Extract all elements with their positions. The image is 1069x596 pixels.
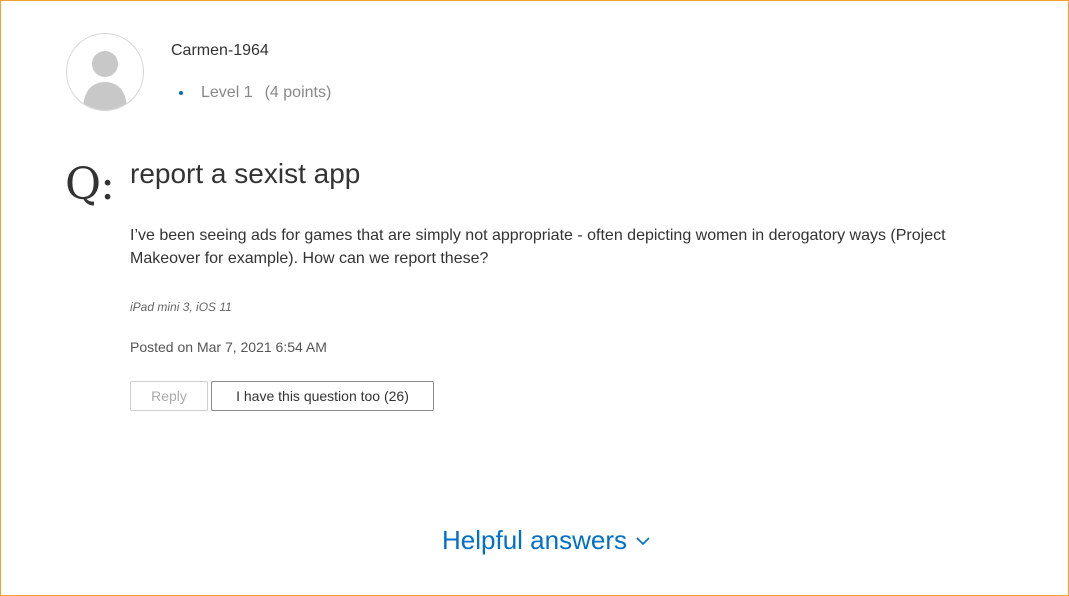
question-body: I’ve been seeing ads for games that are …	[130, 227, 946, 267]
avatar[interactable]	[66, 33, 144, 111]
level-bullet-icon	[179, 91, 183, 95]
posted-date: Posted on Mar 7, 2021 6:54 AM	[130, 339, 327, 355]
helpful-answers-label: Helpful answers	[442, 525, 627, 555]
device-info: iPad mini 3, iOS 11	[130, 300, 232, 314]
author-username[interactable]: Carmen-1964	[171, 42, 269, 60]
level-label: Level 1	[201, 84, 253, 101]
question-title: report a sexist app	[130, 158, 361, 189]
chevron-down-icon	[636, 536, 650, 545]
user-silhouette-icon	[83, 51, 127, 110]
author-level: Level 1 (4 points)	[177, 84, 331, 102]
question-marker: Q:	[65, 159, 115, 210]
level-points: (4 points)	[264, 84, 332, 101]
question-too-button[interactable]: I have this question too (26)	[211, 381, 434, 411]
reply-button[interactable]: Reply	[130, 381, 208, 411]
helpful-answers-toggle[interactable]: Helpful answers	[442, 525, 651, 556]
